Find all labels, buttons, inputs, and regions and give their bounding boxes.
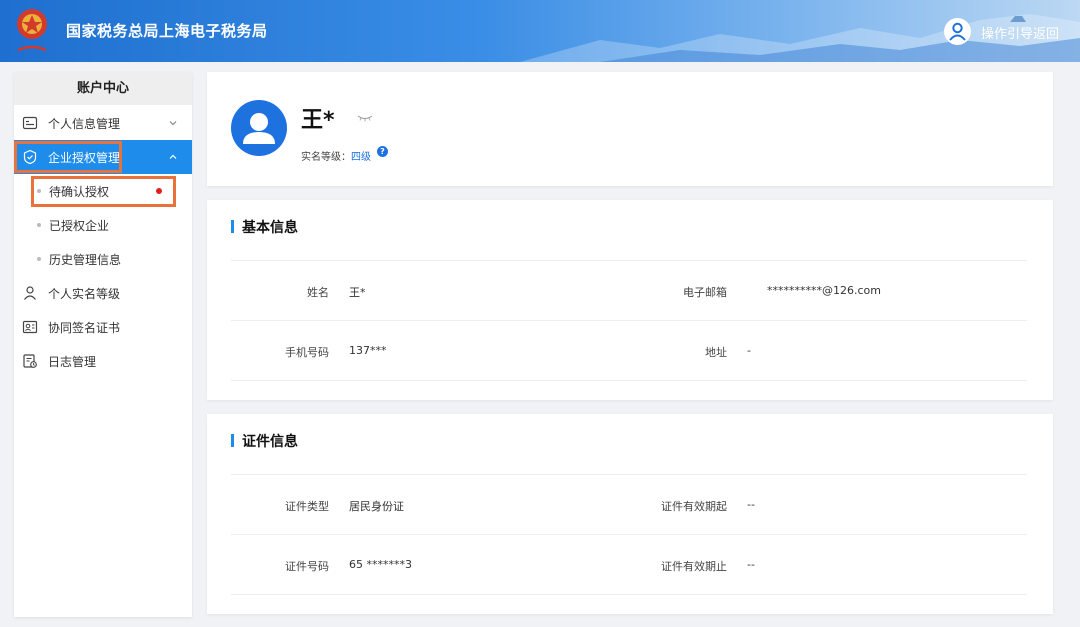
help-icon[interactable]: ? xyxy=(377,146,388,157)
log-icon xyxy=(23,354,37,368)
name-value: 王* xyxy=(349,286,366,299)
person-icon xyxy=(24,286,36,300)
name-label: 姓名 xyxy=(307,286,329,299)
realname-level-value[interactable]: 四级 xyxy=(351,152,371,163)
cert-number-value: 65 *******3 xyxy=(349,558,412,571)
sidebar-item-label: 日志管理 xyxy=(48,354,97,369)
chevron-up-icon xyxy=(169,154,177,159)
site-title: 国家税务总局上海电子税务局 xyxy=(66,22,268,40)
user-name: 王* xyxy=(301,108,335,133)
basic-info-title: 基本信息 xyxy=(242,220,298,236)
valid-to-label: 证件有效期止 xyxy=(661,560,727,573)
phone-label: 手机号码 xyxy=(285,346,329,359)
basic-info-card: 基本信息 姓名 王* 电子邮箱 **********@126.com 手机号码 … xyxy=(207,200,1053,400)
realname-level-label: 实名等级： xyxy=(301,152,351,163)
valid-to-value: -- xyxy=(747,558,755,571)
divider xyxy=(231,474,1027,475)
id-card-icon xyxy=(22,116,38,130)
tax-bureau-emblem-icon xyxy=(17,9,47,52)
sidebar-subitem-authorized-enterprises[interactable]: 已授权企业 xyxy=(14,208,192,242)
divider xyxy=(231,534,1027,535)
cert-type-value: 居民身份证 xyxy=(349,500,404,513)
valid-from-value: -- xyxy=(747,498,755,511)
certificate-icon xyxy=(22,320,38,334)
certificate-info-card: 证件信息 证件类型 居民身份证 证件有效期起 -- 证件号码 65 ******… xyxy=(207,414,1053,614)
sidebar-item-realname-level[interactable]: 个人实名等级 xyxy=(14,276,192,310)
guide-link[interactable]: 操作引导 xyxy=(981,23,1033,42)
sidebar-subitem-label: 已授权企业 xyxy=(49,218,110,233)
divider xyxy=(231,260,1027,261)
valid-from-label: 证件有效期起 xyxy=(661,500,727,513)
cert-type-label: 证件类型 xyxy=(285,500,329,513)
eye-closed-icon[interactable] xyxy=(357,114,373,122)
realname-level: 实名等级：四级 xyxy=(301,148,371,163)
pending-auth-highlight xyxy=(31,176,176,207)
bullet-dot xyxy=(37,223,41,227)
sidebar-item-logs[interactable]: 日志管理 xyxy=(14,344,192,378)
divider xyxy=(231,320,1027,321)
user-avatar xyxy=(231,100,287,156)
user-avatar-icon[interactable] xyxy=(944,18,971,45)
cert-number-label: 证件号码 xyxy=(285,560,329,573)
address-value: - xyxy=(747,344,751,357)
sidebar-subitem-history[interactable]: 历史管理信息 xyxy=(14,242,192,276)
sidebar-item-label: 个人实名等级 xyxy=(48,286,121,301)
sidebar-item-label: 协同签名证书 xyxy=(48,320,121,335)
sidebar-subitem-label: 历史管理信息 xyxy=(49,252,122,267)
sidebar: 账户中心 个人信息管理 企业授权管理 待确认授权 已授权企业 历史管理信息 个人… xyxy=(14,72,192,617)
back-link[interactable]: 返回 xyxy=(1033,23,1059,42)
enterprise-auth-highlight xyxy=(14,141,122,173)
sidebar-item-personal-info[interactable]: 个人信息管理 xyxy=(14,106,192,140)
address-label: 地址 xyxy=(705,346,727,359)
certificate-info-title: 证件信息 xyxy=(242,434,298,450)
chevron-down-icon xyxy=(169,121,177,126)
email-value: **********@126.com xyxy=(767,284,881,297)
sidebar-item-certificate[interactable]: 协同签名证书 xyxy=(14,310,192,344)
sidebar-item-label: 个人信息管理 xyxy=(48,116,121,131)
bullet-dot xyxy=(37,257,41,261)
sidebar-title: 账户中心 xyxy=(14,72,192,105)
profile-card: 王* 实名等级：四级 ? xyxy=(207,72,1053,186)
divider xyxy=(231,380,1027,381)
email-label: 电子邮箱 xyxy=(683,286,727,299)
divider xyxy=(231,594,1027,595)
top-header: 国家税务总局上海电子税务局 操作引导 返回 xyxy=(0,0,1080,62)
phone-value: 137*** xyxy=(349,344,387,357)
